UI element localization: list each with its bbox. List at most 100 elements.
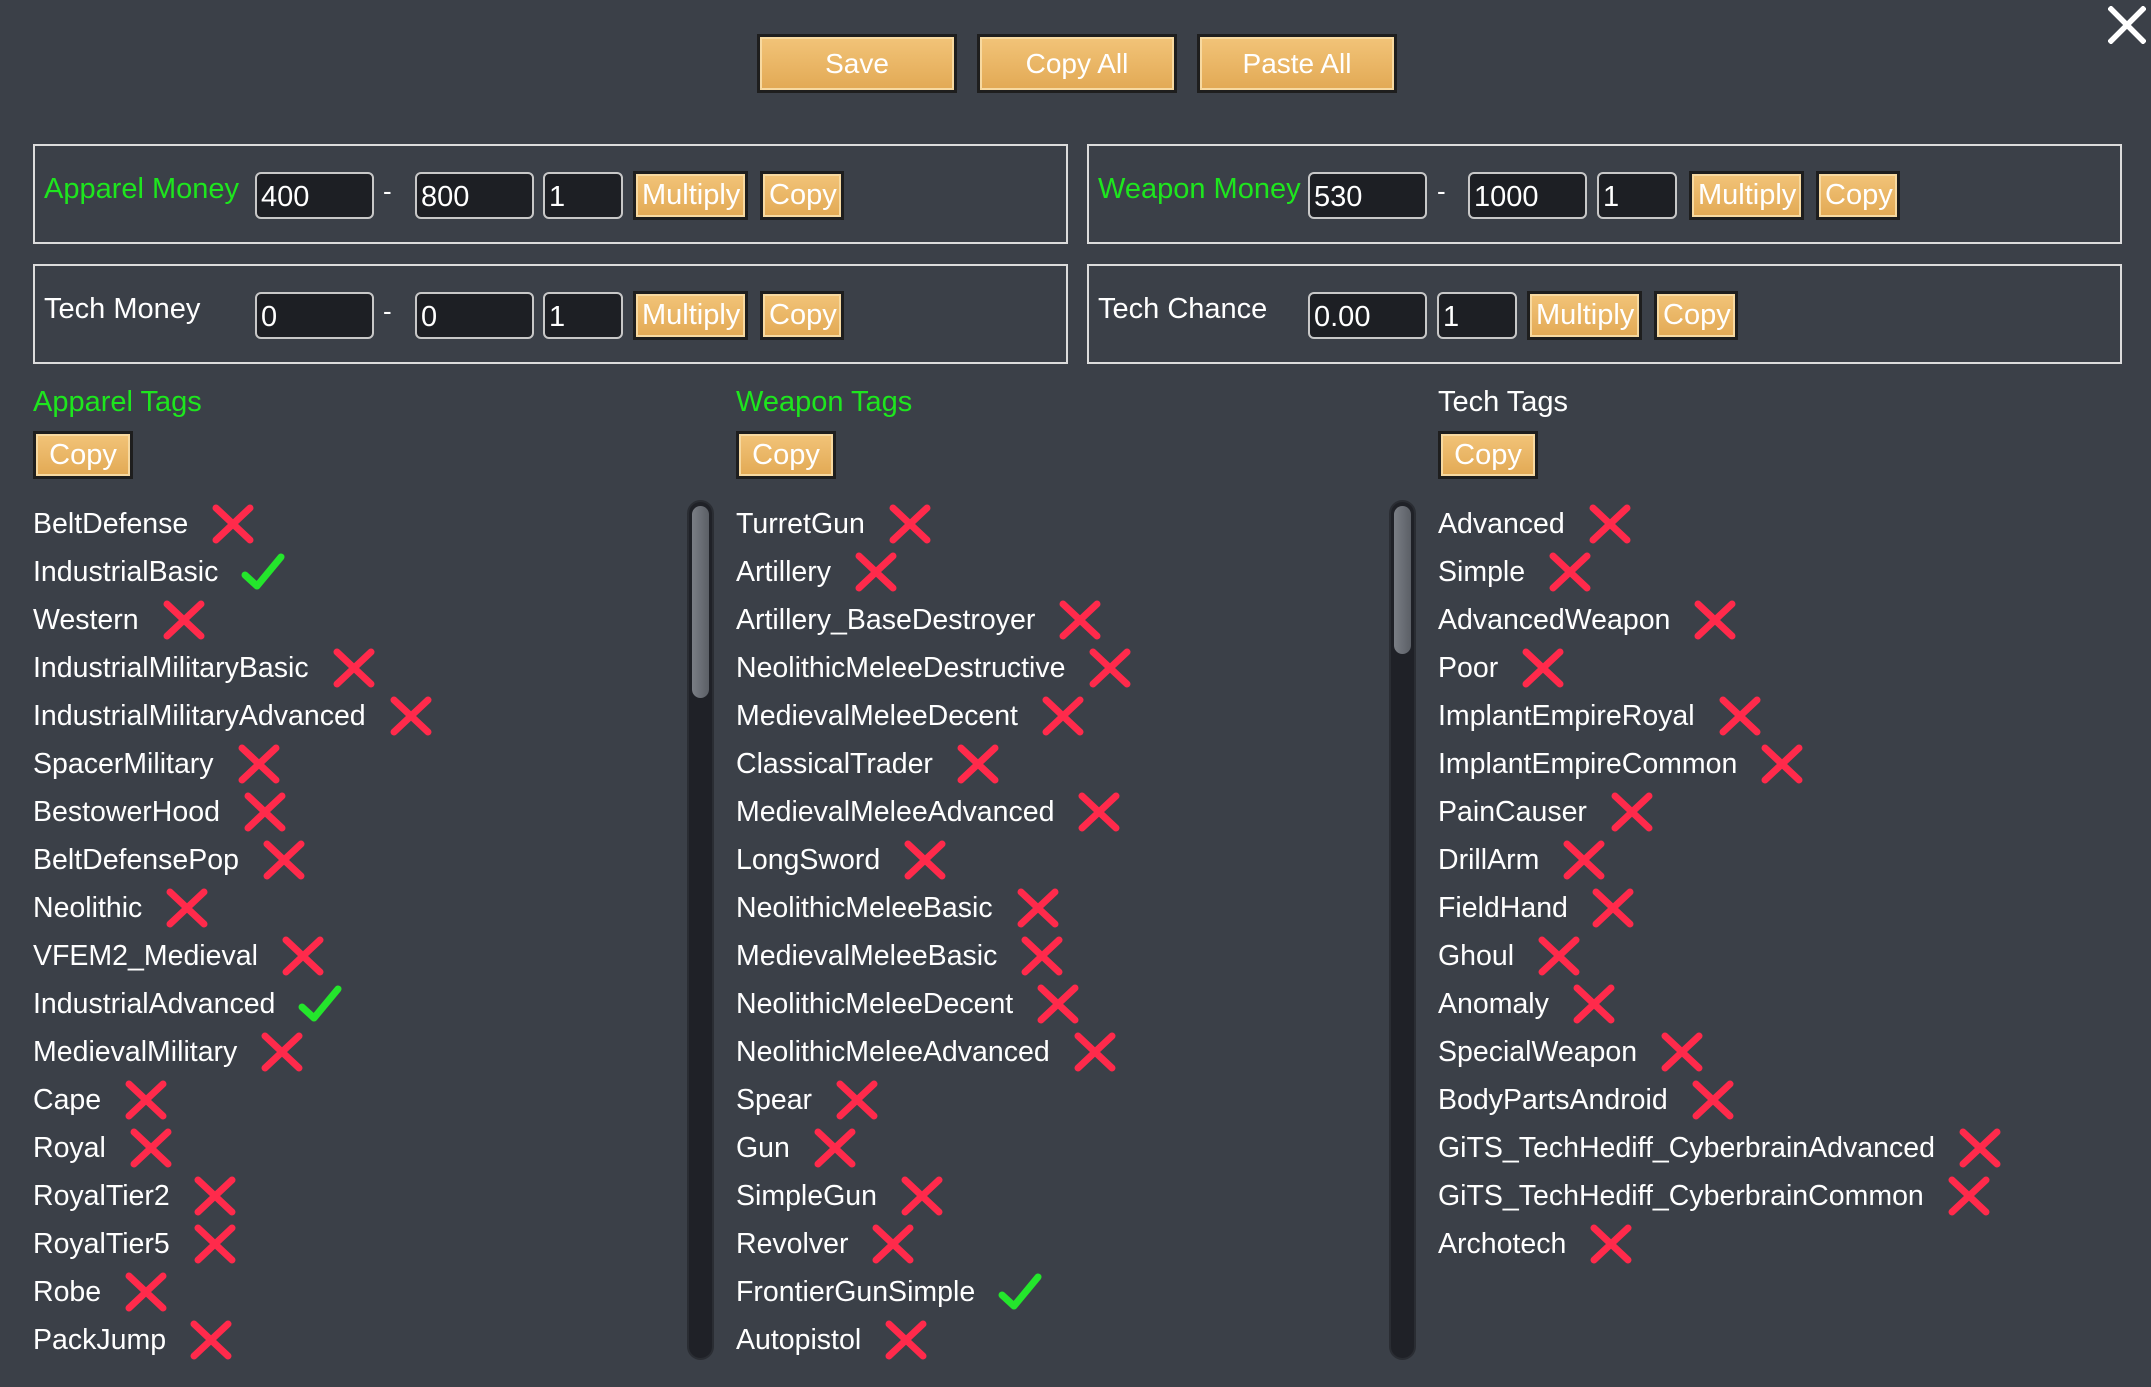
cross-icon[interactable] <box>1590 887 1636 929</box>
cross-icon[interactable] <box>1571 983 1617 1025</box>
cross-icon[interactable] <box>1690 1079 1736 1121</box>
cross-icon[interactable] <box>1692 599 1738 641</box>
tech-money-copy-button[interactable]: Copy <box>760 291 844 340</box>
cross-icon[interactable] <box>164 887 210 929</box>
cross-icon[interactable] <box>887 503 933 545</box>
weapon-money-min-input[interactable] <box>1308 172 1427 219</box>
tag-label: Western <box>33 603 139 636</box>
cross-icon[interactable] <box>1957 1127 2003 1169</box>
cross-icon[interactable] <box>955 743 1001 785</box>
tag-list-item: IndustrialMilitaryAdvanced <box>33 692 434 740</box>
cross-icon[interactable] <box>1561 839 1607 881</box>
cross-icon[interactable] <box>1057 599 1103 641</box>
cross-icon[interactable] <box>1035 983 1081 1025</box>
tech-money-multiply-button[interactable]: Multiply <box>633 291 748 340</box>
cross-icon[interactable] <box>1759 743 1805 785</box>
weapon-multiply-button[interactable]: Multiply <box>1689 171 1804 220</box>
cross-icon[interactable] <box>161 599 207 641</box>
cross-icon[interactable] <box>883 1319 929 1361</box>
cross-icon[interactable] <box>259 1031 305 1073</box>
scrollbar-thumb[interactable] <box>1394 506 1411 654</box>
tech-money-min-input[interactable] <box>255 292 374 339</box>
tag-label: Robe <box>33 1275 102 1308</box>
checkmark-icon[interactable] <box>240 551 286 593</box>
apparel-copy-button[interactable]: Copy <box>760 171 844 220</box>
cross-icon[interactable] <box>388 695 434 737</box>
tech-tags-title: Tech Tags <box>1438 386 1569 418</box>
cross-icon[interactable] <box>1015 887 1061 929</box>
tag-list-item: Robe <box>33 1268 434 1316</box>
weapon-tags-scrollbar[interactable] <box>687 500 714 1360</box>
cross-icon[interactable] <box>261 839 307 881</box>
cross-icon[interactable] <box>870 1223 916 1265</box>
cross-icon[interactable] <box>188 1319 234 1361</box>
tag-list-item: Poor <box>1438 644 2003 692</box>
cross-icon[interactable] <box>1019 935 1065 977</box>
cross-icon[interactable] <box>902 839 948 881</box>
cross-icon[interactable] <box>1536 935 1582 977</box>
tag-list-item: NeolithicMeleeAdvanced <box>736 1028 1133 1076</box>
cross-icon[interactable] <box>1547 551 1593 593</box>
cross-icon[interactable] <box>1076 791 1122 833</box>
tag-list-item: Simple <box>1438 548 2003 596</box>
cross-icon[interactable] <box>123 1271 169 1313</box>
tech-tags-scrollbar[interactable] <box>1389 500 1416 1360</box>
cross-icon[interactable] <box>1717 695 1763 737</box>
cross-icon[interactable] <box>1040 695 1086 737</box>
tech-money-label: Tech Money <box>44 293 201 325</box>
cross-icon[interactable] <box>1072 1031 1118 1073</box>
cross-icon[interactable] <box>899 1175 945 1217</box>
tech-chance-multiply-button[interactable]: Multiply <box>1527 291 1642 340</box>
checkmark-icon[interactable] <box>297 983 343 1025</box>
tag-label: Poor <box>1438 651 1499 684</box>
cross-icon[interactable] <box>210 503 256 545</box>
cross-icon[interactable] <box>242 791 288 833</box>
cross-icon[interactable] <box>1587 503 1633 545</box>
editor-window: Save Copy All Paste All Apparel Money - … <box>0 0 2151 1387</box>
weapon-money-max-input[interactable] <box>1468 172 1587 219</box>
apparel-money-factor-input[interactable] <box>543 172 623 219</box>
apparel-money-panel: Apparel Money - Multiply Copy <box>33 144 1068 244</box>
cross-icon[interactable] <box>331 647 377 689</box>
tech-tags-copy-button[interactable]: Copy <box>1438 431 1538 479</box>
close-icon[interactable] <box>2107 5 2147 45</box>
cross-icon[interactable] <box>853 551 899 593</box>
weapon-copy-button[interactable]: Copy <box>1816 171 1900 220</box>
tag-list-item: VFEM2_Medieval <box>33 932 434 980</box>
apparel-money-max-input[interactable] <box>415 172 534 219</box>
scrollbar-thumb[interactable] <box>692 506 709 698</box>
cross-icon[interactable] <box>1946 1175 1992 1217</box>
tag-label: Revolver <box>736 1227 849 1260</box>
tag-label: FrontierGunSimple <box>736 1275 976 1308</box>
cross-icon[interactable] <box>280 935 326 977</box>
tech-chance-factor-input[interactable] <box>1437 292 1517 339</box>
cross-icon[interactable] <box>123 1079 169 1121</box>
copy-all-button[interactable]: Copy All <box>977 34 1177 93</box>
cross-icon[interactable] <box>236 743 282 785</box>
weapon-money-factor-input[interactable] <box>1597 172 1677 219</box>
cross-icon[interactable] <box>1588 1223 1634 1265</box>
cross-icon[interactable] <box>812 1127 858 1169</box>
cross-icon[interactable] <box>1087 647 1133 689</box>
cross-icon[interactable] <box>1520 647 1566 689</box>
weapon-tags-copy-button[interactable]: Copy <box>736 431 836 479</box>
cross-icon[interactable] <box>192 1223 238 1265</box>
cross-icon[interactable] <box>1659 1031 1705 1073</box>
cross-icon[interactable] <box>1609 791 1655 833</box>
tech-money-max-input[interactable] <box>415 292 534 339</box>
apparel-money-min-input[interactable] <box>255 172 374 219</box>
tech-chance-input[interactable] <box>1308 292 1427 339</box>
tag-list-item: Artillery <box>736 548 1133 596</box>
apparel-tags-copy-button[interactable]: Copy <box>33 431 133 479</box>
cross-icon[interactable] <box>128 1127 174 1169</box>
tech-money-factor-input[interactable] <box>543 292 623 339</box>
tag-list-item: Autopistol <box>736 1316 1133 1364</box>
save-button[interactable]: Save <box>757 34 957 93</box>
paste-all-button[interactable]: Paste All <box>1197 34 1397 93</box>
tech-chance-copy-button[interactable]: Copy <box>1654 291 1738 340</box>
apparel-multiply-button[interactable]: Multiply <box>633 171 748 220</box>
cross-icon[interactable] <box>192 1175 238 1217</box>
cross-icon[interactable] <box>834 1079 880 1121</box>
checkmark-icon[interactable] <box>997 1271 1043 1313</box>
tech-tag-list: Advanced Simple AdvancedWeapon Poor ImplantE… <box>1438 500 2003 1268</box>
